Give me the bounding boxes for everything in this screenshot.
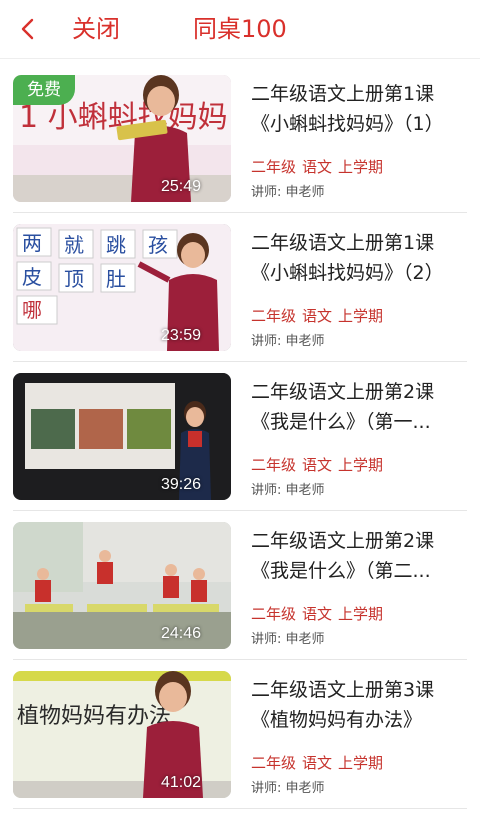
lecturer-label: 讲师: 申老师 [251, 781, 325, 796]
lesson-item[interactable]: 39:26 二年级语文上册第2课 《我是什么》（第一... 二年级 语文 上学期 讲… [0, 362, 480, 511]
lesson-tags: 二年级 语文 上学期 [251, 454, 389, 475]
thumbnail-caption: 植物妈妈有办法 [17, 704, 171, 729]
lesson-list: 1 小蝌蚪找妈妈 免费 25:49 二年级语文上册第1课 《小蝌蚪找妈妈》（1）… [0, 64, 480, 809]
lesson-item[interactable]: 1 小蝌蚪找妈妈 免费 25:49 二年级语文上册第1课 《小蝌蚪找妈妈》（1）… [0, 64, 480, 213]
video-duration: 24:46 [160, 625, 201, 642]
video-duration: 23:59 [160, 327, 201, 344]
thumbnail-char: 跳 [106, 233, 126, 257]
lesson-title[interactable]: 二年级语文上册第3课 《植物妈妈有办法》 [251, 675, 466, 735]
lecturer-label: 讲师: 申老师 [251, 334, 325, 349]
video-thumbnail[interactable]: 1 小蝌蚪找妈妈 免费 25:49 [13, 75, 231, 202]
tag-term: 上学期 [338, 605, 384, 623]
lesson-item[interactable]: 24:46 二年级语文上册第2课 《我是什么》（第二... 二年级 语文 上学期 讲… [0, 511, 480, 660]
video-thumbnail[interactable]: 39:26 [13, 373, 231, 500]
header-divider [0, 58, 480, 59]
tag-grade: 二年级 [251, 158, 297, 176]
page-title: 同桌100 [193, 15, 287, 43]
tag-subject: 语文 [302, 754, 333, 772]
tag-subject: 语文 [302, 158, 333, 176]
thumbnail-char: 顶 [64, 267, 84, 291]
thumbnail-char: 肚 [106, 267, 126, 291]
lesson-tags: 二年级 语文 上学期 [251, 752, 389, 773]
chevron-left-icon [21, 18, 34, 40]
lecturer-label: 讲师: 申老师 [251, 483, 325, 498]
tag-grade: 二年级 [251, 456, 297, 474]
thumbnail-char: 哪 [22, 298, 42, 322]
top-bar: 关闭 同桌100 [0, 0, 480, 58]
tag-term: 上学期 [338, 754, 384, 772]
video-thumbnail[interactable]: 植物妈妈有办法 41:02 [13, 671, 231, 798]
video-duration: 41:02 [160, 774, 201, 791]
lesson-tags: 二年级 语文 上学期 [251, 156, 389, 177]
lesson-item[interactable]: 两 就 跳 孩 皮 顶 肚 哪 23:59 二年级语文上册第1课 《小蝌蚪找妈妈… [0, 213, 480, 362]
thumbnail-char: 孩 [148, 233, 168, 257]
tag-grade: 二年级 [251, 605, 297, 623]
lesson-title[interactable]: 二年级语文上册第2课 《我是什么》（第一... [251, 377, 466, 437]
thumbnail-char: 就 [64, 233, 84, 257]
tag-term: 上学期 [338, 307, 384, 325]
tag-term: 上学期 [338, 456, 384, 474]
video-duration: 25:49 [160, 178, 201, 195]
tag-grade: 二年级 [251, 754, 297, 772]
tag-grade: 二年级 [251, 307, 297, 325]
tag-term: 上学期 [338, 158, 384, 176]
free-badge: 免费 [13, 75, 75, 105]
video-duration: 39:26 [160, 476, 201, 493]
video-thumbnail[interactable]: 24:46 [13, 522, 231, 649]
lecturer-label: 讲师: 申老师 [251, 185, 325, 200]
lesson-title[interactable]: 二年级语文上册第2课 《我是什么》（第二... [251, 526, 466, 586]
lesson-title[interactable]: 二年级语文上册第1课 《小蝌蚪找妈妈》（1） [251, 79, 466, 139]
lecturer-label: 讲师: 申老师 [251, 632, 325, 647]
tag-subject: 语文 [302, 307, 333, 325]
thumbnail-char: 两 [22, 231, 42, 255]
lesson-tags: 二年级 语文 上学期 [251, 603, 389, 624]
lesson-tags: 二年级 语文 上学期 [251, 305, 389, 326]
video-thumbnail[interactable]: 两 就 跳 孩 皮 顶 肚 哪 23:59 [13, 224, 231, 351]
item-divider [13, 808, 467, 809]
tag-subject: 语文 [302, 605, 333, 623]
tag-subject: 语文 [302, 456, 333, 474]
lesson-item[interactable]: 植物妈妈有办法 41:02 二年级语文上册第3课 《植物妈妈有办法》 二年级 语文… [0, 660, 480, 809]
close-button[interactable]: 关闭 [72, 13, 120, 45]
back-button[interactable] [14, 12, 44, 46]
lesson-title[interactable]: 二年级语文上册第1课 《小蝌蚪找妈妈》（2） [251, 228, 466, 288]
thumbnail-char: 皮 [22, 265, 42, 289]
